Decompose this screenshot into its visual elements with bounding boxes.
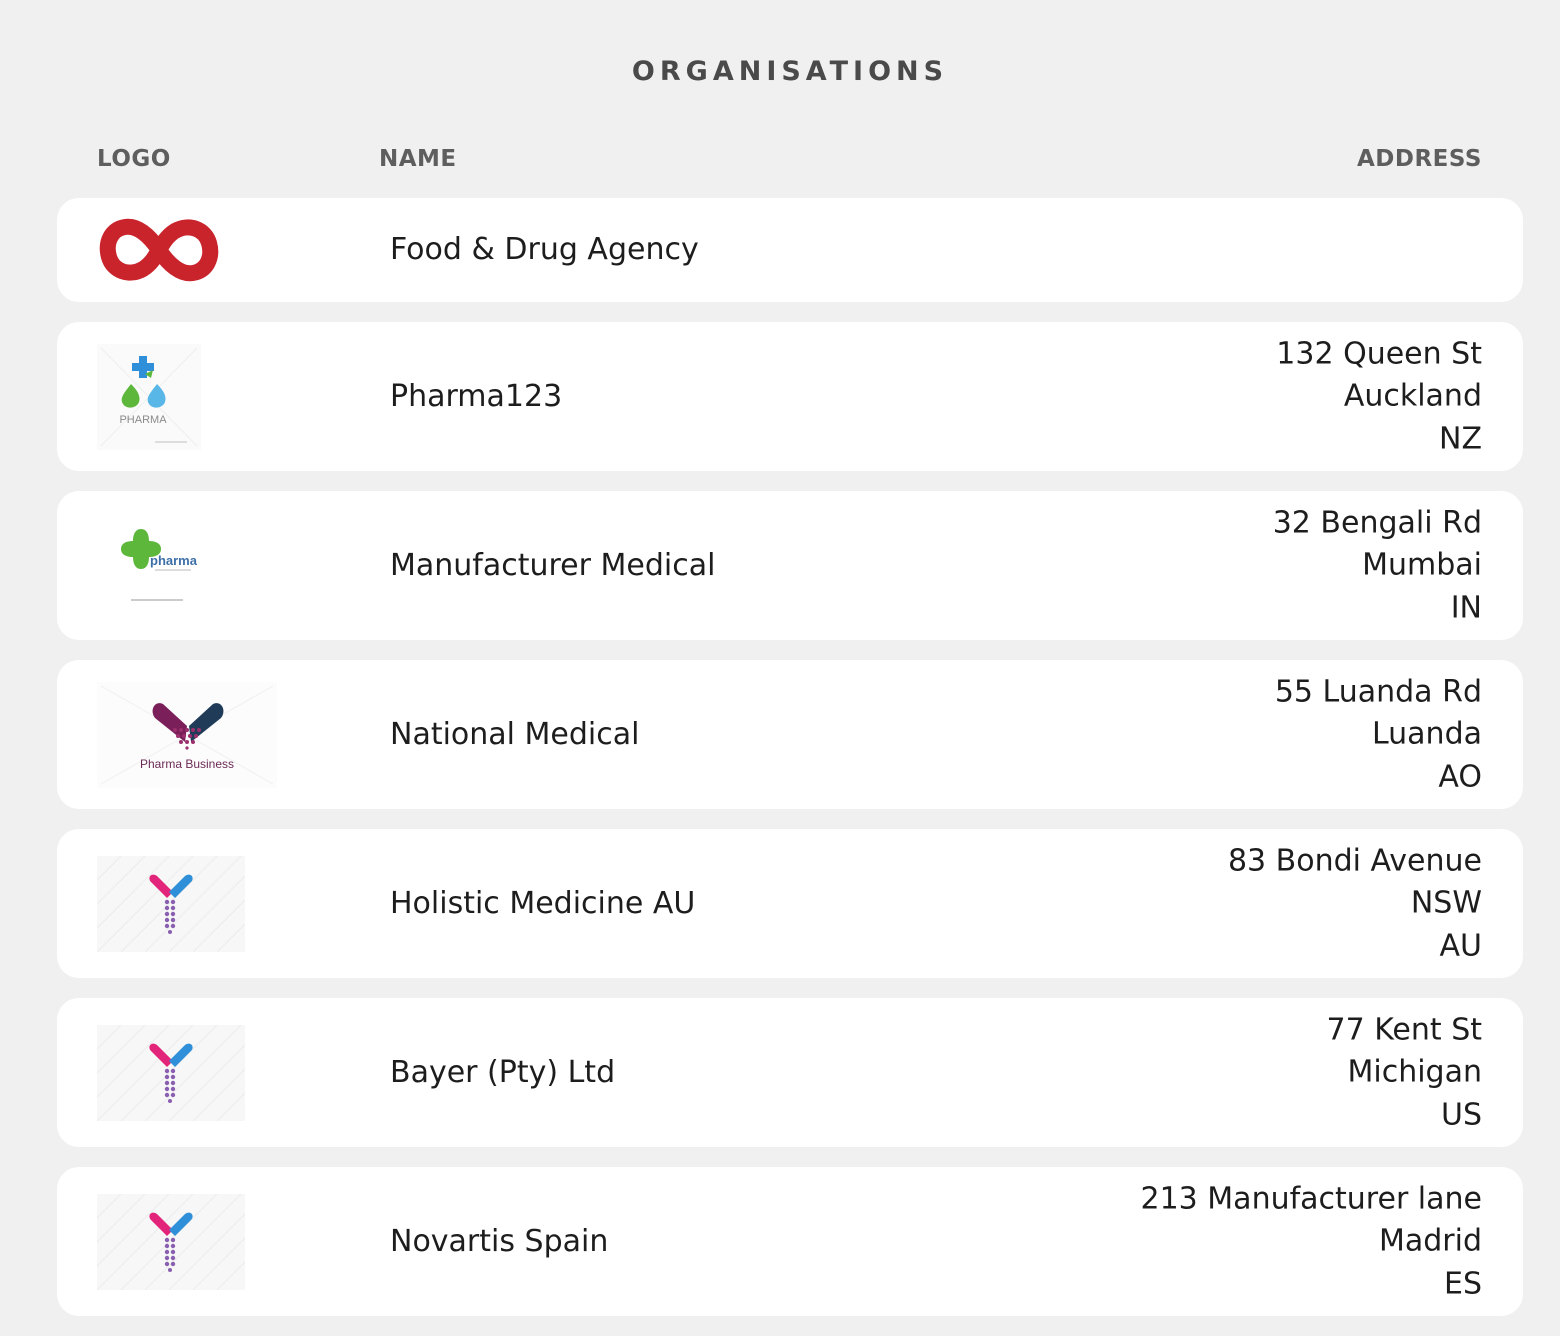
y-capsule-logo-icon [97,855,245,952]
pharma-cross-drops-logo-icon: PHARMA [97,343,201,450]
address-country: NZ [1439,420,1482,456]
organisation-logo: Pharma Business [97,680,287,790]
organisation-address: 32 Bengali Rd Mumbai IN [1273,502,1482,630]
organisation-name: Pharma123 [390,378,563,414]
organisation-logo [97,195,287,305]
address-city: Auckland [1343,378,1482,414]
organisation-logo: pharma [97,511,287,621]
address-city: Mumbai [1362,547,1482,583]
organisation-row[interactable]: Holistic Medicine AU 83 Bondi Avenue NSW… [57,829,1523,978]
address-street: 77 Kent St [1326,1011,1482,1047]
organisation-name: Bayer (Pty) Ltd [390,1054,616,1090]
address-street: 213 Manufacturer lane [1140,1180,1483,1216]
column-header-address[interactable]: ADDRESS [1357,142,1482,176]
address-street: 83 Bondi Avenue [1227,842,1482,878]
organisation-address: 55 Luanda Rd Luanda AO [1275,671,1482,799]
organisation-row[interactable]: Pharma Business National Medical 55 Luan… [57,660,1523,809]
y-capsule-logo-icon [97,1024,245,1121]
red-infinity-logo-icon [99,218,219,282]
logo-caption: pharma [150,553,198,568]
organisation-address: 77 Kent St Michigan US [1327,1009,1482,1137]
organisation-row[interactable]: Bayer (Pty) Ltd 77 Kent St Michigan US [57,998,1523,1147]
organisation-address: 83 Bondi Avenue NSW AU [1228,840,1482,968]
address-city: Madrid [1378,1223,1482,1259]
address-city: Luanda [1371,716,1482,752]
organisation-address: 213 Manufacturer lane Madrid ES [1141,1178,1483,1306]
column-header-logo[interactable]: LOGO [97,142,171,176]
address-street: 55 Luanda Rd [1274,673,1482,709]
organisation-row[interactable]: Novartis Spain 213 Manufacturer lane Mad… [57,1167,1523,1316]
organisation-name: Food & Drug Agency [390,232,699,267]
address-city: Michigan [1347,1054,1482,1090]
page-title: ORGANISATIONS [631,56,949,87]
address-street: 132 Queen St [1276,335,1482,371]
organisation-logo [97,849,287,959]
heart-capsule-logo-icon: Pharma Business [97,681,277,788]
address-city: NSW [1410,885,1482,921]
organisation-list: Food & Drug Agency PHARMA Pharma123 132 [57,198,1523,1336]
organisation-logo [97,1187,287,1297]
organisation-logo [97,1018,287,1128]
organisation-name: Manufacturer Medical [390,547,716,583]
address-country: US [1440,1096,1482,1132]
address-street: 32 Bengali Rd [1272,504,1482,540]
logo-caption: Pharma Business [140,757,234,771]
organisation-row[interactable]: PHARMA Pharma123 132 Queen St Auckland N… [57,322,1523,471]
address-country: AU [1439,927,1482,963]
address-country: ES [1444,1265,1482,1301]
organisation-name: Holistic Medicine AU [390,885,696,921]
organisation-name: Novartis Spain [390,1223,609,1259]
organisation-row[interactable]: Food & Drug Agency [57,198,1523,302]
address-country: IN [1450,589,1482,625]
organisation-row[interactable]: pharma Manufacturer Medical 32 Bengali R… [57,491,1523,640]
organisation-name: National Medical [390,716,640,752]
address-country: AO [1438,758,1482,794]
organisation-logo: PHARMA [97,342,287,452]
column-header-name[interactable]: NAME [379,142,457,176]
y-capsule-logo-icon [97,1193,245,1290]
logo-caption: PHARMA [119,414,167,426]
green-cross-pharma-logo-icon: pharma [121,528,198,601]
organisation-address: 132 Queen St Auckland NZ [1276,333,1482,461]
